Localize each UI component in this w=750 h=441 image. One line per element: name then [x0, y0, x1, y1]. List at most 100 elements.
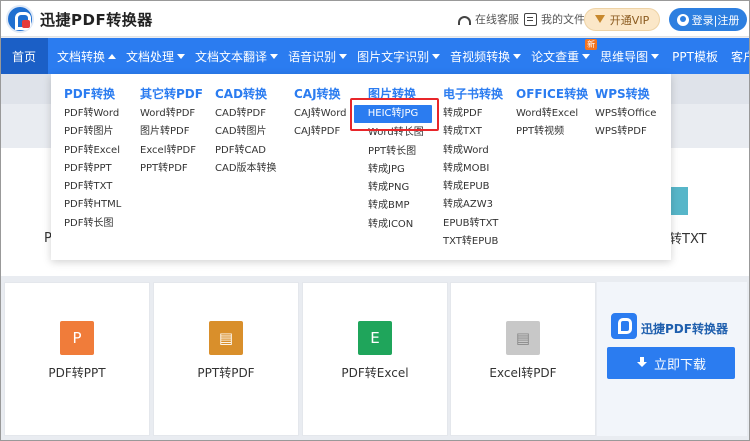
menu-item[interactable]: PDF转Excel — [64, 142, 121, 160]
my-files-link[interactable]: 我的文件 — [524, 11, 585, 27]
nav-label: 图片文字识别 — [357, 49, 430, 64]
tile-label: PPT转PDF — [197, 366, 255, 380]
tile-ppt-to-pdf[interactable]: ▤ PPT转PDF — [153, 282, 299, 436]
nav-doc-process[interactable]: 文档处理 — [121, 38, 190, 74]
caret-down-icon — [513, 53, 522, 59]
file-icon — [524, 12, 537, 26]
user-icon — [676, 13, 689, 26]
online-service-label: 在线客服 — [475, 13, 519, 26]
card-label-partial-right[interactable]: 转TXT — [669, 228, 707, 247]
caret-up-icon — [108, 53, 117, 59]
menu-item[interactable]: PDF转TXT — [64, 178, 121, 196]
caret-down-icon — [270, 53, 279, 59]
menu-col-ebook-convert: 电子书转换 转成PDF 转成TXT 转成Word 转成MOBI 转成EPUB 转… — [443, 85, 503, 251]
nav-home[interactable]: 首页 — [0, 38, 49, 74]
menu-item[interactable]: PPT转视频 — [516, 123, 588, 141]
nav-doc-convert[interactable]: 文档转换 — [52, 38, 121, 74]
menu-item[interactable]: Excel转PDF — [140, 142, 203, 160]
caret-down-icon — [177, 53, 186, 59]
menu-item[interactable]: 转成AZW3 — [443, 196, 503, 214]
menu-item[interactable]: CAJ转PDF — [294, 123, 346, 141]
menu-col-title[interactable]: OFFICE转换 — [516, 85, 588, 103]
caret-down-icon — [432, 53, 441, 59]
download-button[interactable]: 立即下载 — [607, 347, 735, 379]
menu-item[interactable]: 转成JPG — [354, 161, 432, 179]
vip-button[interactable]: 开通VIP — [584, 8, 660, 31]
tile-label: PDF转PPT — [48, 366, 106, 380]
diamond-icon — [594, 15, 606, 24]
menu-item[interactable]: Word转Excel — [516, 105, 588, 123]
menu-item[interactable]: 转成ICON — [354, 216, 432, 234]
highlight-annotation-box — [350, 98, 439, 131]
menu-item[interactable]: PPT转PDF — [140, 160, 203, 178]
menu-col-title[interactable]: 其它转PDF — [140, 85, 203, 103]
menu-item[interactable]: CAD转PDF — [215, 105, 277, 123]
menu-item[interactable]: 图片转PDF — [140, 123, 203, 141]
menu-item[interactable]: WPS转PDF — [595, 123, 656, 141]
nav-ocr[interactable]: 图片文字识别 — [352, 38, 445, 74]
caret-down-icon — [651, 53, 660, 59]
menu-item[interactable]: PDF转HTML — [64, 196, 121, 214]
download-promo: 迅捷PDF转换器 立即下载 — [597, 282, 747, 436]
brand-logo-icon[interactable] — [6, 5, 34, 33]
login-register-button[interactable]: 登录|注册 — [669, 8, 747, 31]
menu-item[interactable]: 转成MOBI — [443, 160, 503, 178]
main-nav: 首页 文档转换 文档处理 文档文本翻译 语音识别 图片文字识别 音视频转换 论文… — [0, 38, 750, 74]
menu-item[interactable]: CAD版本转换 — [215, 160, 277, 178]
menu-col-pdf-convert: PDF转换 PDF转Word PDF转图片 PDF转Excel PDF转PPT … — [64, 85, 121, 233]
nav-label: 文档文本翻译 — [195, 49, 268, 64]
menu-item[interactable]: 转成PDF — [443, 105, 503, 123]
nav-label: 文档转换 — [57, 49, 106, 64]
menu-item[interactable]: 转成EPUB — [443, 178, 503, 196]
menu-item[interactable]: 转成PNG — [354, 179, 432, 197]
menu-item[interactable]: TXT转EPUB — [443, 233, 503, 251]
nav-label: PPT模板 — [672, 49, 718, 64]
menu-item[interactable]: 转成Word — [443, 142, 503, 160]
tile-pdf-to-excel[interactable]: E PDF转Excel — [302, 282, 448, 436]
headset-icon — [458, 15, 471, 25]
nav-av-convert[interactable]: 音视频转换 — [445, 38, 526, 74]
menu-item[interactable]: PPT转长图 — [354, 143, 432, 161]
nav-label: 首页 — [12, 49, 37, 64]
nav-label: 论文查重 — [531, 49, 580, 64]
menu-item[interactable]: Word转PDF — [140, 105, 203, 123]
menu-item[interactable]: PDF转Word — [64, 105, 121, 123]
online-service-link[interactable]: 在线客服 — [458, 11, 519, 27]
nav-client[interactable]: 客户端 — [726, 38, 750, 74]
menu-item[interactable]: 转成TXT — [443, 123, 503, 141]
vip-label: 开通VIP — [609, 13, 650, 27]
menu-item[interactable]: CAJ转Word — [294, 105, 346, 123]
nav-label: 客户端 — [730, 49, 750, 64]
menu-item[interactable]: PDF转CAD — [215, 142, 277, 160]
menu-item[interactable]: PDF转长图 — [64, 215, 121, 233]
nav-mindmap[interactable]: 思维导图 — [595, 38, 664, 74]
menu-item[interactable]: PDF转PPT — [64, 160, 121, 178]
nav-plagiarism[interactable]: 论文查重新 — [526, 38, 598, 74]
nav-speech[interactable]: 语音识别 — [283, 38, 352, 74]
nav-label: 语音识别 — [288, 49, 337, 64]
menu-item[interactable]: WPS转Office — [595, 105, 656, 123]
menu-col-title[interactable]: 电子书转换 — [443, 85, 503, 103]
pdf-file-icon: ▤ — [209, 321, 243, 355]
tile-label: PDF转Excel — [341, 366, 409, 380]
pdf-file-icon: ▤ — [506, 321, 540, 355]
menu-item[interactable]: PDF转图片 — [64, 123, 121, 141]
menu-col-other-to-pdf: 其它转PDF Word转PDF 图片转PDF Excel转PDF PPT转PDF — [140, 85, 203, 178]
tile-pdf-to-ppt[interactable]: P PDF转PPT — [4, 282, 150, 436]
menu-col-title[interactable]: PDF转换 — [64, 85, 121, 103]
menu-item[interactable]: CAD转图片 — [215, 123, 277, 141]
promo-title: 迅捷PDF转换器 — [641, 322, 728, 336]
nav-label: 音视频转换 — [450, 49, 511, 64]
nav-ppt-templates[interactable]: PPT模板 — [664, 38, 726, 74]
app-logo-icon — [611, 313, 637, 339]
menu-item[interactable]: EPUB转TXT — [443, 215, 503, 233]
download-icon — [636, 357, 648, 369]
brand-name[interactable]: 迅捷PDF转换器 — [40, 9, 153, 30]
menu-col-title[interactable]: CAD转换 — [215, 85, 277, 103]
tile-excel-to-pdf[interactable]: ▤ Excel转PDF — [450, 282, 596, 436]
menu-item[interactable]: 转成BMP — [354, 197, 432, 215]
txt-file-icon — [668, 187, 688, 215]
menu-col-title[interactable]: WPS转换 — [595, 85, 656, 103]
nav-translate[interactable]: 文档文本翻译 — [190, 38, 283, 74]
menu-col-title[interactable]: CAJ转换 — [294, 85, 346, 103]
